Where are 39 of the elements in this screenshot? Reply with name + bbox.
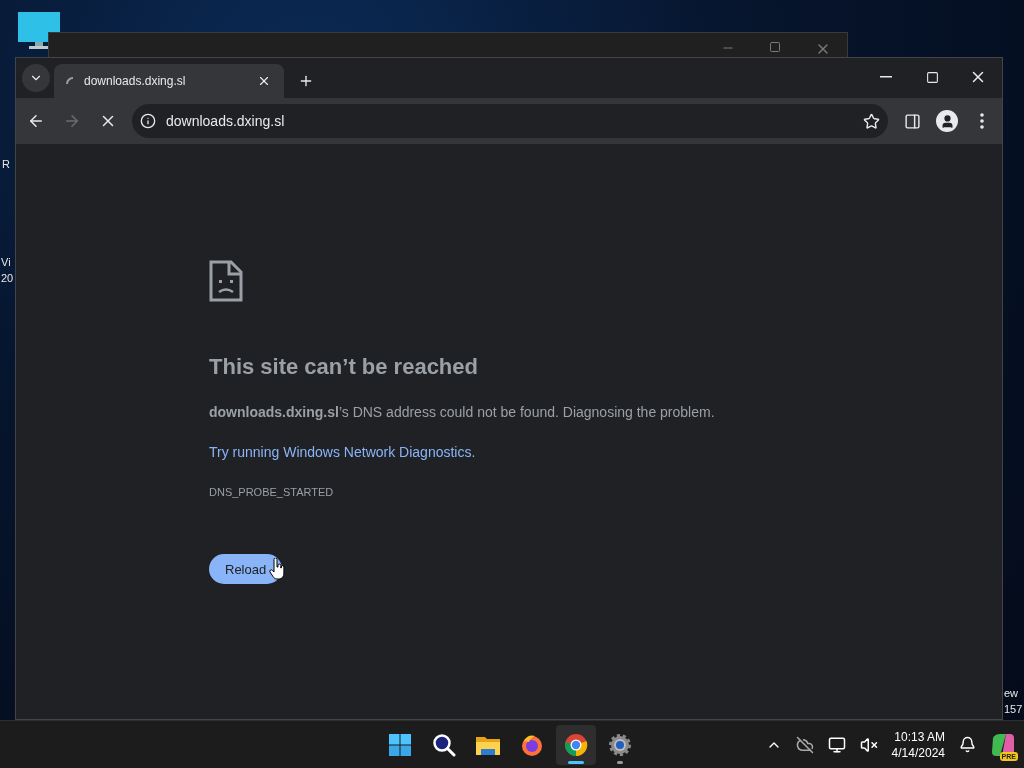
chrome-icon — [564, 733, 588, 757]
computer-icon[interactable] — [18, 12, 60, 50]
forward-arrow-icon — [63, 112, 81, 130]
minimize-icon — [880, 76, 892, 78]
bookmark-star-icon[interactable] — [863, 112, 880, 130]
muted-speaker-icon[interactable] — [859, 735, 878, 754]
profile-button[interactable] — [936, 110, 958, 132]
info-icon[interactable] — [140, 113, 156, 129]
notification-bell-icon[interactable] — [959, 736, 976, 753]
person-icon — [939, 113, 955, 129]
address-bar[interactable]: downloads.dxing.sl — [132, 104, 888, 138]
folder-icon — [475, 734, 501, 756]
firefox-icon — [520, 733, 544, 757]
browser-tab[interactable]: downloads.dxing.sl — [54, 64, 284, 98]
error-heading: This site can’t be reached — [209, 354, 478, 380]
gear-icon — [608, 733, 632, 757]
error-message: downloads.dxing.sl’s DNS address could not be found. Diagnosing the problem. — [209, 404, 715, 420]
hand-cursor-icon — [269, 558, 285, 580]
reload-button[interactable]: Reload — [209, 554, 283, 584]
diagnostics-link[interactable]: Try running Windows Network Diagnostics. — [209, 444, 476, 460]
windows-logo-icon — [388, 733, 412, 757]
sad-document-icon — [209, 260, 243, 302]
desktop-icon-label: R — [2, 157, 10, 172]
plus-icon — [298, 73, 314, 89]
search-icon — [432, 733, 456, 757]
menu-icon — [980, 113, 984, 129]
desktop-icon-label: ew 157 — [1004, 686, 1023, 717]
tab-search-button[interactable] — [22, 64, 50, 92]
taskbar-app-button[interactable] — [556, 725, 596, 765]
copilot-logo — [990, 731, 1016, 758]
maximize-icon[interactable] — [769, 41, 781, 53]
maximize-icon — [925, 70, 939, 84]
desktop-icon-label: Vi 20 — [1, 255, 14, 286]
close-icon — [257, 74, 271, 88]
tab-title: downloads.dxing.sl — [84, 74, 187, 88]
cloud-off-icon[interactable] — [795, 735, 814, 754]
clock[interactable]: 10:13 AM 4/14/2024 — [891, 728, 945, 761]
error-code: DNS_PROBE_STARTED — [209, 486, 334, 498]
side-panel-icon — [903, 112, 921, 130]
